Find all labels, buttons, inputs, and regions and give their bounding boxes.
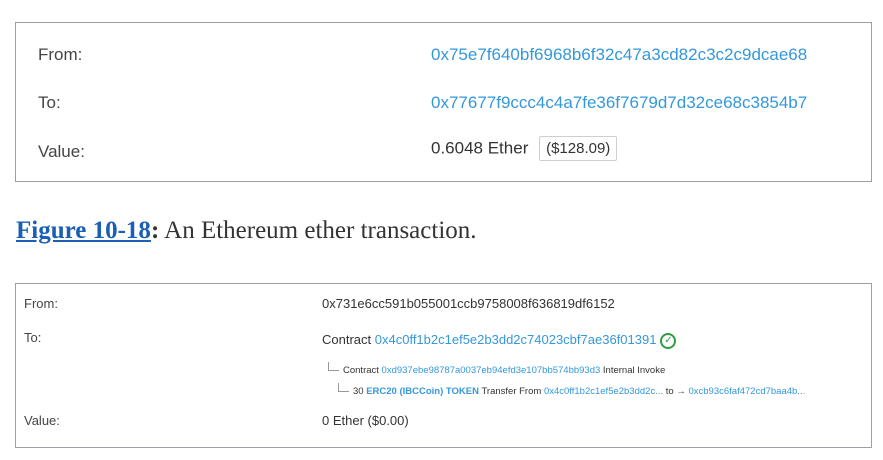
from-address-link[interactable]: 0x731e6cc591b055001ccb9758008f636819df61… [322, 296, 615, 311]
from-label: From: [38, 45, 83, 64]
to-contract-link[interactable]: 0x4c0ff1b2c1ef5e2b3dd2c74023cbf7ae36f013… [375, 332, 657, 347]
transfer-from-label: Transfer From [479, 386, 544, 397]
value-label: Value: [24, 413, 60, 428]
contract-prefix: Contract [322, 332, 375, 347]
transfer-to-label: to → [663, 386, 689, 397]
to-value: Contract 0x4c0ff1b2c1ef5e2b3dd2c74023cbf… [322, 332, 677, 349]
usd-value-badge: ($128.09) [539, 136, 618, 161]
internal-contract-prefix: Contract [343, 365, 382, 376]
to-address-link[interactable]: 0x77677f9ccc4c4a7fe36f7679d7d32ce68c3854… [431, 93, 807, 113]
internal-invoke-label: Internal Invoke [600, 365, 666, 376]
caption-text: An Ethereum ether transaction. [159, 217, 477, 244]
transfer-amount: 30 [353, 386, 367, 397]
from-label: From: [24, 296, 58, 311]
value-container: 0.6048 Ether ($128.09) [431, 136, 618, 161]
figure-caption: Figure 10-18: An Ethereum ether transact… [16, 217, 477, 245]
tree-elbow-icon [338, 383, 349, 392]
figure-reference-link[interactable]: Figure 10-18 [16, 217, 151, 244]
transaction-panel-ether: From: 0x75e7f640bf6968b6f32c47a3cd82c3c2… [15, 22, 872, 182]
transfer-to-link[interactable]: 0xcb93c6faf472cd7baa4b... [688, 386, 805, 397]
transaction-panel-token: From: 0x731e6cc591b055001ccb9758008f6368… [15, 283, 872, 448]
from-address-link[interactable]: 0x75e7f640bf6968b6f32c47a3cd82c3c2c9dcae… [431, 45, 807, 65]
value-amount: 0 Ether ($0.00) [322, 413, 409, 428]
transfer-from-link[interactable]: 0x4c0ff1b2c1ef5e2b3dd2c... [544, 386, 663, 397]
ether-amount: 0.6048 Ether [431, 138, 529, 158]
internal-contract-link[interactable]: 0xd937ebe98787a0037eb94efd3e107bb574bb93… [382, 365, 601, 376]
tree-elbow-icon [328, 362, 339, 371]
to-label: To: [38, 93, 61, 112]
token-link[interactable]: ERC20 (IBCCoin) TOKEN [366, 386, 479, 397]
token-transfer-line: 30 ERC20 (IBCCoin) TOKEN Transfer From 0… [338, 383, 805, 397]
check-circle-icon: ✓ [660, 332, 677, 349]
to-label: To: [24, 330, 42, 345]
internal-invoke-line: Contract 0xd937ebe98787a0037eb94efd3e107… [328, 362, 665, 376]
value-label: Value: [38, 142, 85, 161]
